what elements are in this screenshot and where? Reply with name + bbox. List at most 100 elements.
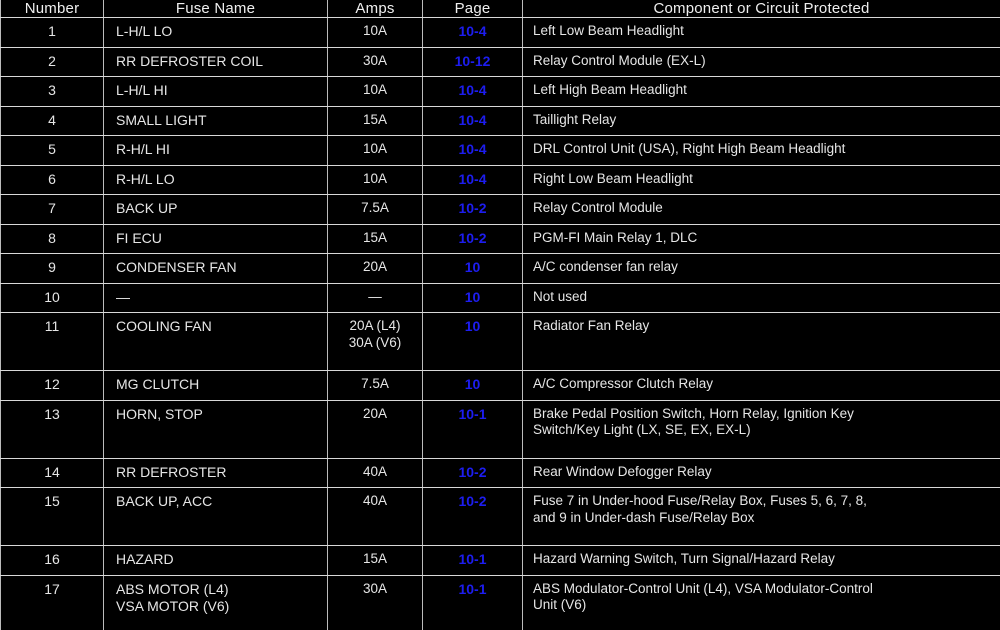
page-link-cell: 10-4 xyxy=(422,17,523,48)
fuse-name-cell: MG CLUTCH xyxy=(103,370,328,401)
table-row: 7 BACK UP 7.5A 10-2 Relay Control Module xyxy=(0,194,1000,225)
fuse-number-cell: 11 xyxy=(0,312,104,371)
component-description: Relay Control Module (EX-L) xyxy=(533,52,706,68)
fuse-amps-cell: 20A (L4) 30A (V6) xyxy=(327,312,423,371)
fuse-amps-cell: 30A xyxy=(327,574,423,630)
fuse-number: 14 xyxy=(44,463,60,480)
fuse-number-cell: 16 xyxy=(0,545,104,576)
page-link[interactable]: 10-4 xyxy=(458,23,486,39)
component-description: ABS Modulator-Control Unit (L4), VSA Mod… xyxy=(533,580,873,596)
fuse-name-cell: RR DEFROSTER xyxy=(103,457,328,488)
page-link[interactable]: 10-12 xyxy=(455,53,491,69)
fuse-name: — xyxy=(116,288,130,305)
page-link[interactable]: 10-4 xyxy=(458,171,486,187)
table-row: 11 COOLING FAN 20A (L4) 30A (V6) 10 Radiator … xyxy=(0,312,1000,371)
component-description: Brake Pedal Position Switch, Horn Relay,… xyxy=(533,405,854,421)
column-header-number: Number xyxy=(0,0,104,18)
fuse-name: MG CLUTCH xyxy=(116,376,200,392)
page-link[interactable]: 10-4 xyxy=(458,82,486,98)
fuse-name-cell: CONDENSER FAN xyxy=(103,253,328,284)
component-description: A/C condenser fan relay xyxy=(533,259,678,274)
component-description-cell: Radiator Fan Relay xyxy=(522,312,1000,371)
page-link-cell: 10-12 xyxy=(422,46,523,77)
page-link[interactable]: 10 xyxy=(465,289,481,305)
fuse-name-cell: L-H/L HI xyxy=(103,76,328,107)
component-description: Left Low Beam Headlight xyxy=(533,23,684,38)
fuse-name: R-H/L LO xyxy=(116,170,175,187)
page-link[interactable]: 10-2 xyxy=(458,464,486,480)
fuse-number: 4 xyxy=(48,111,56,128)
fuse-name: RR DEFROSTER COIL xyxy=(116,52,264,69)
page-link[interactable]: 10 xyxy=(465,259,481,275)
page-link[interactable]: 10-4 xyxy=(458,141,486,157)
component-description: PGM-FI Main Relay 1, DLC xyxy=(533,229,698,245)
fuse-amps: 40A xyxy=(362,493,388,508)
table-row: 3 L-H/L HI 10A 10-4 Left High Beam Headlight xyxy=(0,76,1000,107)
fuse-amps: 20A (L4) xyxy=(349,318,401,333)
fuse-name: HAZARD xyxy=(116,551,174,567)
page-link-cell: 10-2 xyxy=(422,223,523,254)
page-link[interactable]: 10-1 xyxy=(458,581,486,597)
fuse-number-cell: 5 xyxy=(0,135,104,166)
table-header-row: Number Fuse Name Amps Page Component or … xyxy=(0,0,1000,18)
column-header-amps: Amps xyxy=(327,0,423,18)
component-description: Hazard Warning Switch, Turn Signal/Hazar… xyxy=(533,551,835,566)
fuse-number-cell: 8 xyxy=(0,223,104,254)
fuse-name-cell: HORN, STOP xyxy=(103,399,328,459)
fuse-amps: 30A xyxy=(362,580,388,596)
component-description-line2: Unit (V6) xyxy=(533,597,587,613)
fuse-number: 10 xyxy=(44,288,60,305)
page-link[interactable]: 10-2 xyxy=(458,230,486,246)
table-row: 16 HAZARD 15A 10-1 Hazard Warning Switch, Tu… xyxy=(0,545,1000,576)
fuse-name-line2: VSA MOTOR (V6) xyxy=(116,598,230,614)
fuse-amps: 10A xyxy=(362,23,388,38)
component-description-cell: Brake Pedal Position Switch, Horn Relay,… xyxy=(522,399,1000,459)
page-link-cell: 10-4 xyxy=(422,135,523,166)
table-row: 10 — — 10 Not used xyxy=(0,282,1000,313)
fuse-name-cell: HAZARD xyxy=(103,545,328,576)
page-link[interactable]: 10-4 xyxy=(458,112,486,128)
page-link-cell: 10-4 xyxy=(422,105,523,136)
fuse-name-cell: BACK UP, ACC xyxy=(103,487,328,546)
page-link[interactable]: 10-2 xyxy=(458,200,486,216)
fuse-number: 15 xyxy=(44,493,60,509)
page-link[interactable]: 10-1 xyxy=(458,551,486,567)
page-link[interactable]: 10-1 xyxy=(458,406,486,422)
page-link-cell: 10-4 xyxy=(422,76,523,107)
fuse-amps: 20A xyxy=(362,405,388,421)
fuse-table-container: Number Fuse Name Amps Page Component or … xyxy=(0,0,1000,630)
table-row: 15 BACK UP, ACC 40A 10-2 Fuse 7 in Under-hoo… xyxy=(0,487,1000,546)
fuse-name-cell: R-H/L LO xyxy=(103,164,328,195)
fuse-name: FI ECU xyxy=(116,229,162,246)
component-description-cell: Left Low Beam Headlight xyxy=(522,17,1000,48)
component-description-cell: Not used xyxy=(522,282,1000,313)
fuse-name: BACK UP xyxy=(116,200,178,216)
fuse-amps: 20A xyxy=(362,259,388,274)
table-row: 13 HORN, STOP 20A 10-1 Brake Pedal Position … xyxy=(0,399,1000,459)
fuse-name: CONDENSER FAN xyxy=(116,259,237,275)
fuse-number: 17 xyxy=(44,580,60,597)
fuse-name-cell: ABS MOTOR (L4) VSA MOTOR (V6) xyxy=(103,574,328,630)
page-link-cell: 10-2 xyxy=(422,487,523,546)
page-link-cell: 10-1 xyxy=(422,574,523,630)
fuse-amps-cell: 15A xyxy=(327,223,423,254)
fuse-amps-cell: 40A xyxy=(327,457,423,488)
fuse-name-cell: FI ECU xyxy=(103,223,328,254)
component-description: Not used xyxy=(533,288,588,304)
table-row: 12 MG CLUTCH 7.5A 10 A/C Compressor Clutch R… xyxy=(0,370,1000,401)
fuse-amps: 15A xyxy=(362,551,388,566)
component-description-cell: Relay Control Module xyxy=(522,194,1000,225)
fuse-amps-cell: 30A xyxy=(327,46,423,77)
page-link[interactable]: 10 xyxy=(465,318,481,334)
fuse-name-cell: — xyxy=(103,282,328,313)
page-link[interactable]: 10-2 xyxy=(458,493,486,509)
fuse-number-cell: 7 xyxy=(0,194,104,225)
fuse-number: 3 xyxy=(48,82,56,98)
component-description-cell: PGM-FI Main Relay 1, DLC xyxy=(522,223,1000,254)
fuse-number: 2 xyxy=(48,52,56,69)
fuse-amps-cell: 10A xyxy=(327,164,423,195)
page-link[interactable]: 10 xyxy=(465,376,481,392)
fuse-number: 9 xyxy=(48,259,56,275)
fuse-amps: 40A xyxy=(362,463,388,479)
fuse-number-cell: 10 xyxy=(0,282,104,313)
